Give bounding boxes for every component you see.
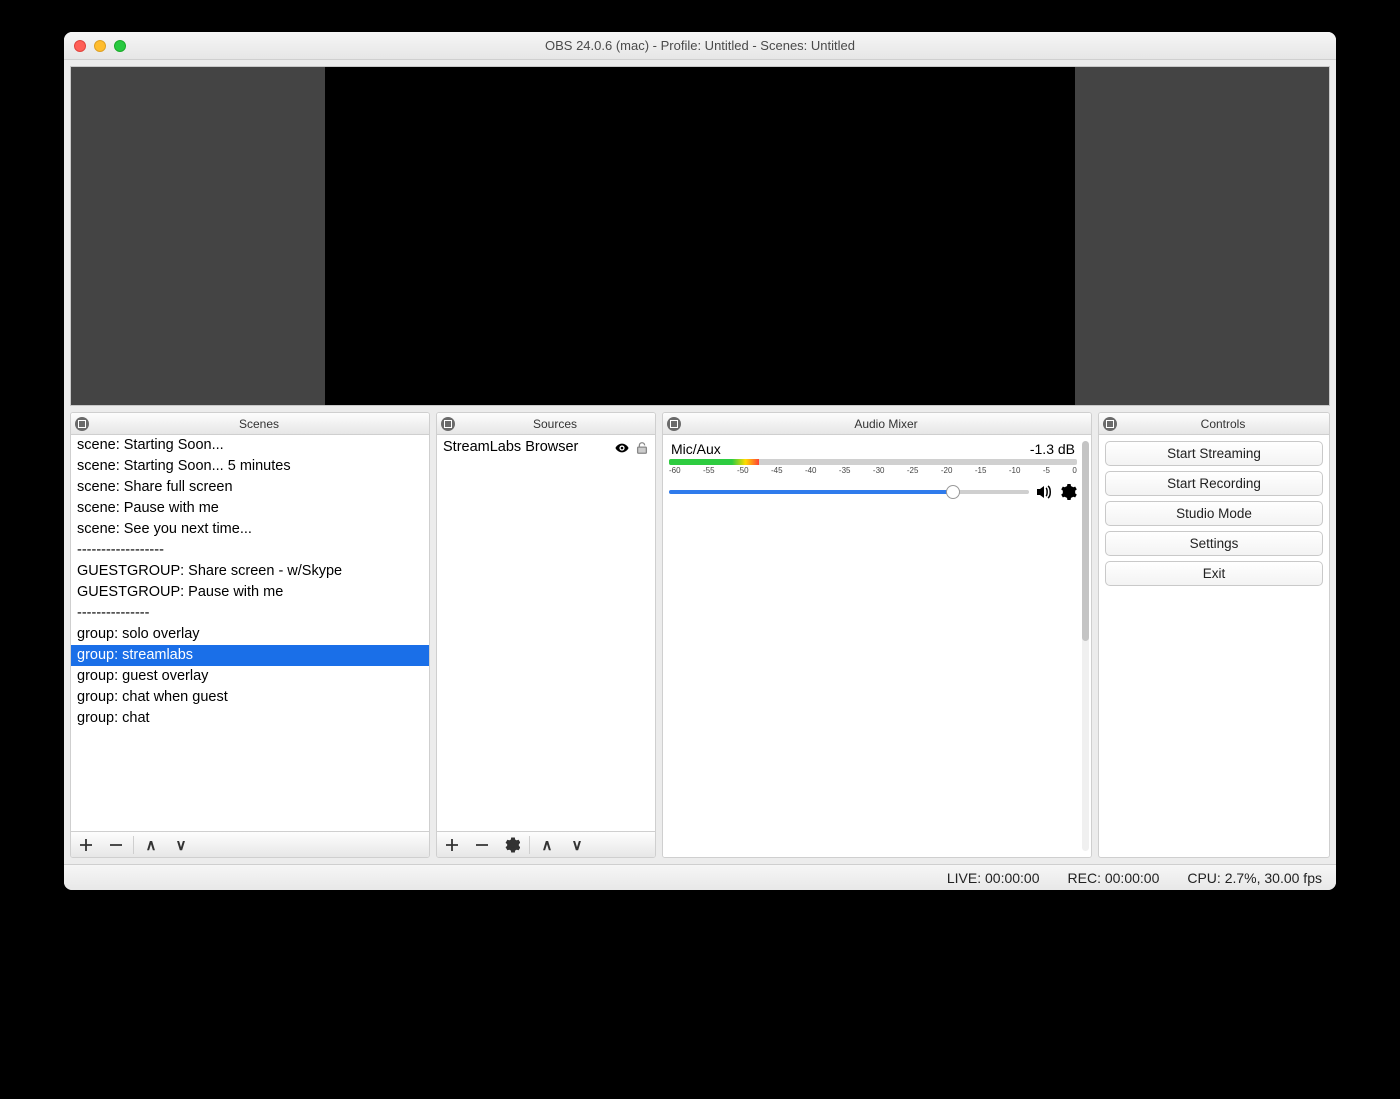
vu-meter: -60-55-50-45-40-35-30-25-20-15-10-50 [669, 459, 1077, 475]
scene-item[interactable]: GUESTGROUP: Share screen - w/Skype [71, 561, 429, 582]
scenes-list[interactable]: scene: Starting Soon...scene: Starting S… [71, 435, 429, 831]
speaker-icon[interactable] [1035, 483, 1053, 501]
scene-item[interactable]: GUESTGROUP: Pause with me [71, 582, 429, 603]
app-window: OBS 24.0.6 (mac) - Profile: Untitled - S… [64, 32, 1336, 890]
gear-icon[interactable] [1059, 483, 1077, 501]
scene-item[interactable]: group: chat [71, 708, 429, 729]
scene-item[interactable]: group: solo overlay [71, 624, 429, 645]
scene-item[interactable]: scene: Share full screen [71, 477, 429, 498]
sources-header[interactable]: Sources [437, 413, 655, 435]
audio-mixer-panel: Audio Mixer Mic/Aux -1.3 dB -60-55-50-45… [662, 412, 1092, 858]
move-scene-down-button[interactable]: ∨ [166, 832, 196, 858]
add-source-button[interactable] [437, 832, 467, 858]
exit-button[interactable]: Exit [1105, 561, 1323, 586]
scene-item[interactable]: scene: Starting Soon... 5 minutes [71, 456, 429, 477]
scenes-header[interactable]: Scenes [71, 413, 429, 435]
settings-button[interactable]: Settings [1105, 531, 1323, 556]
mixer-scrollbar[interactable] [1082, 441, 1089, 851]
status-rec: REC: 00:00:00 [1068, 870, 1160, 886]
scene-item[interactable]: scene: Starting Soon... [71, 435, 429, 456]
volume-slider-row [669, 483, 1077, 501]
popout-icon[interactable] [667, 417, 681, 431]
source-properties-button[interactable] [497, 832, 527, 858]
zoom-window-button[interactable] [114, 40, 126, 52]
scene-item[interactable]: scene: See you next time... [71, 519, 429, 540]
mixer-header[interactable]: Audio Mixer [663, 413, 1091, 435]
sources-list[interactable]: StreamLabs Browser [437, 435, 655, 831]
controls-body: Start Streaming Start Recording Studio Mod… [1099, 435, 1329, 592]
scene-item[interactable]: group: streamlabs [71, 645, 429, 666]
move-scene-up-button[interactable]: ∧ [136, 832, 166, 858]
start-recording-button[interactable]: Start Recording [1105, 471, 1323, 496]
scenes-panel: Scenes scene: Starting Soon...scene: Sta… [70, 412, 430, 858]
traffic-lights [74, 40, 126, 52]
preview-canvas[interactable] [325, 67, 1075, 405]
popout-icon[interactable] [1103, 417, 1117, 431]
start-streaming-button[interactable]: Start Streaming [1105, 441, 1323, 466]
controls-title: Controls [1117, 417, 1329, 431]
sources-footer: ∧ ∨ [437, 831, 655, 857]
scene-item[interactable]: scene: Pause with me [71, 498, 429, 519]
source-label: StreamLabs Browser [443, 438, 609, 457]
add-scene-button[interactable] [71, 832, 101, 858]
scene-item[interactable]: --------------- [71, 603, 429, 624]
popout-icon[interactable] [75, 417, 89, 431]
separator [529, 836, 530, 854]
close-window-button[interactable] [74, 40, 86, 52]
volume-thumb[interactable] [946, 485, 960, 499]
vu-ticks: -60-55-50-45-40-35-30-25-20-15-10-50 [669, 466, 1077, 475]
channel-name: Mic/Aux [671, 441, 721, 457]
status-cpu: CPU: 2.7%, 30.00 fps [1187, 870, 1322, 886]
scene-item[interactable]: group: guest overlay [71, 666, 429, 687]
studio-mode-button[interactable]: Studio Mode [1105, 501, 1323, 526]
scenes-title: Scenes [89, 417, 429, 431]
controls-header[interactable]: Controls [1099, 413, 1329, 435]
remove-source-button[interactable] [467, 832, 497, 858]
sources-panel: Sources StreamLabs Browser ∧ ∨ [436, 412, 656, 858]
volume-slider[interactable] [669, 490, 1029, 494]
move-source-up-button[interactable]: ∧ [532, 832, 562, 858]
controls-panel: Controls Start StreamingStart RecordingS… [1098, 412, 1330, 858]
mixer-title: Audio Mixer [681, 417, 1091, 431]
visibility-toggle-icon[interactable] [615, 441, 629, 455]
titlebar[interactable]: OBS 24.0.6 (mac) - Profile: Untitled - S… [64, 32, 1336, 60]
channel-db: -1.3 dB [1030, 441, 1075, 457]
panels-row: Scenes scene: Starting Soon...scene: Sta… [64, 412, 1336, 864]
move-source-down-button[interactable]: ∨ [562, 832, 592, 858]
scene-item[interactable]: ------------------ [71, 540, 429, 561]
remove-scene-button[interactable] [101, 832, 131, 858]
window-title: OBS 24.0.6 (mac) - Profile: Untitled - S… [64, 38, 1336, 53]
status-bar: LIVE: 00:00:00 REC: 00:00:00 CPU: 2.7%, … [64, 864, 1336, 890]
separator [133, 836, 134, 854]
preview-area[interactable] [70, 66, 1330, 406]
scenes-footer: ∧ ∨ [71, 831, 429, 857]
lock-toggle-icon[interactable] [635, 441, 649, 455]
popout-icon[interactable] [441, 417, 455, 431]
source-item[interactable]: StreamLabs Browser [437, 435, 655, 460]
sources-title: Sources [455, 417, 655, 431]
mixer-channel-header: Mic/Aux -1.3 dB [669, 441, 1077, 457]
minimize-window-button[interactable] [94, 40, 106, 52]
status-live: LIVE: 00:00:00 [947, 870, 1040, 886]
scene-item[interactable]: group: chat when guest [71, 687, 429, 708]
mixer-body: Mic/Aux -1.3 dB -60-55-50-45-40-35-30-25… [663, 435, 1091, 857]
